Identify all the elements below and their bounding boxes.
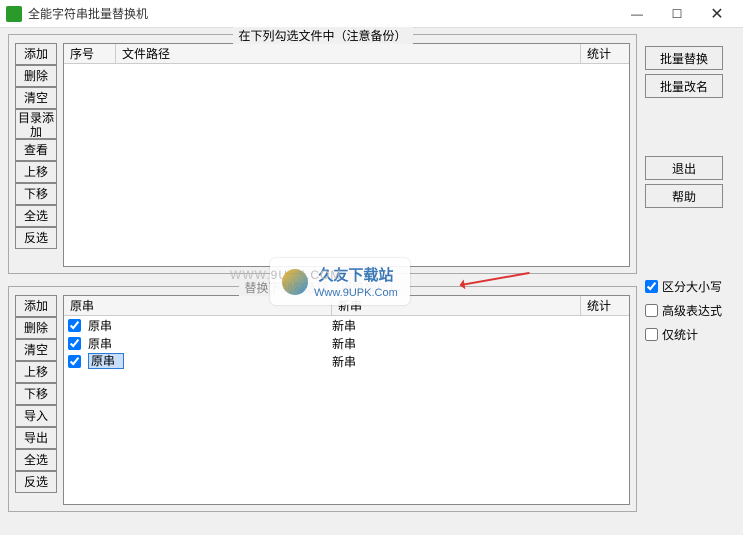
row-new-cell[interactable]: 新串: [328, 317, 629, 334]
replace-import-button[interactable]: 导入: [15, 405, 57, 427]
table-row[interactable]: 原串 新串: [64, 352, 629, 370]
replace-list-body[interactable]: 原串新串原串新串原串新串: [64, 316, 629, 504]
option-stats-only[interactable]: 仅统计: [645, 324, 723, 344]
files-col-path[interactable]: 文件路径: [116, 44, 581, 63]
replace-groupbox: 替换下列勾选项（谨慎操作） 添加 删除 清空 上移 下移 导入 导出 全选 反选: [8, 286, 637, 512]
replace-selectall-button[interactable]: 全选: [15, 449, 57, 471]
table-row[interactable]: 原串新串: [64, 334, 629, 352]
files-moveup-button[interactable]: 上移: [15, 161, 57, 183]
maximize-button[interactable]: ☐: [657, 1, 697, 27]
advanced-regex-label: 高级表达式: [662, 302, 722, 319]
replace-list[interactable]: 原串 新串 统计 原串新串原串新串原串新串: [63, 295, 630, 505]
replace-col-old[interactable]: 原串: [64, 296, 332, 315]
stats-only-label: 仅统计: [662, 326, 698, 343]
files-col-stats[interactable]: 统计: [581, 44, 629, 63]
close-button[interactable]: ✕: [697, 1, 737, 27]
replace-invert-button[interactable]: 反选: [15, 471, 57, 493]
minimize-button[interactable]: —: [617, 1, 657, 27]
replace-clear-button[interactable]: 清空: [15, 339, 57, 361]
files-selectall-button[interactable]: 全选: [15, 205, 57, 227]
advanced-regex-checkbox[interactable]: [645, 304, 658, 317]
files-col-index[interactable]: 序号: [64, 44, 116, 63]
files-list[interactable]: 序号 文件路径 统计: [63, 43, 630, 267]
row-new-cell[interactable]: 新串: [328, 353, 629, 370]
row-checkbox[interactable]: [68, 355, 81, 368]
row-new-cell[interactable]: 新串: [328, 335, 629, 352]
row-old-cell[interactable]: 原串: [84, 353, 328, 369]
batch-replace-button[interactable]: 批量替换: [645, 46, 723, 70]
stats-only-checkbox[interactable]: [645, 328, 658, 341]
batch-rename-button[interactable]: 批量改名: [645, 74, 723, 98]
replace-col-stats[interactable]: 统计: [581, 296, 629, 315]
replace-add-button[interactable]: 添加: [15, 295, 57, 317]
case-sensitive-checkbox[interactable]: [645, 280, 658, 293]
files-clear-button[interactable]: 清空: [15, 87, 57, 109]
files-list-body[interactable]: [64, 64, 629, 266]
row-old-edit-input[interactable]: 原串: [88, 353, 124, 369]
replace-button-column: 添加 删除 清空 上移 下移 导入 导出 全选 反选: [15, 295, 57, 505]
table-row[interactable]: 原串新串: [64, 316, 629, 334]
files-add-button[interactable]: 添加: [15, 43, 57, 65]
help-button[interactable]: 帮助: [645, 184, 723, 208]
row-old-cell[interactable]: 原串: [84, 317, 328, 334]
row-old-cell[interactable]: 原串: [84, 335, 328, 352]
files-delete-button[interactable]: 删除: [15, 65, 57, 87]
titlebar: 全能字符串批量替换机 — ☐ ✕: [0, 0, 743, 28]
replace-list-header: 原串 新串 统计: [64, 296, 629, 316]
option-case-sensitive[interactable]: 区分大小写: [645, 276, 723, 296]
replace-moveup-button[interactable]: 上移: [15, 361, 57, 383]
row-checkbox[interactable]: [68, 319, 81, 332]
files-button-column: 添加 删除 清空 目录添加 查看 上移 下移 全选 反选: [15, 43, 57, 267]
files-movedown-button[interactable]: 下移: [15, 183, 57, 205]
exit-button[interactable]: 退出: [645, 156, 723, 180]
files-diradd-button[interactable]: 目录添加: [15, 109, 57, 139]
files-list-header: 序号 文件路径 统计: [64, 44, 629, 64]
files-groupbox: 在下列勾选文件中（注意备份） 添加 删除 清空 目录添加 查看 上移 下移 全选…: [8, 34, 637, 274]
case-sensitive-label: 区分大小写: [662, 278, 722, 295]
files-group-label: 在下列勾选文件中（注意备份）: [232, 27, 412, 44]
replace-group-label: 替换下列勾选项（谨慎操作）: [238, 279, 406, 296]
files-view-button[interactable]: 查看: [15, 139, 57, 161]
replace-movedown-button[interactable]: 下移: [15, 383, 57, 405]
option-advanced-regex[interactable]: 高级表达式: [645, 300, 723, 320]
replace-col-new[interactable]: 新串: [332, 296, 581, 315]
right-panel: 批量替换 批量改名 退出 帮助 区分大小写 高级表达式 仅统计: [645, 34, 735, 512]
app-icon: [6, 6, 22, 22]
window-title: 全能字符串批量替换机: [28, 5, 617, 22]
row-checkbox[interactable]: [68, 337, 81, 350]
replace-export-button[interactable]: 导出: [15, 427, 57, 449]
files-invert-button[interactable]: 反选: [15, 227, 57, 249]
replace-delete-button[interactable]: 删除: [15, 317, 57, 339]
